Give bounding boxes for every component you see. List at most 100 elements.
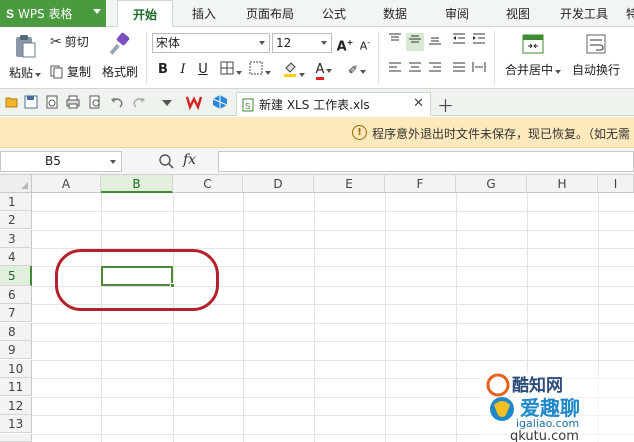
- column-header-d[interactable]: D: [243, 175, 314, 193]
- tab-review[interactable]: 审阅: [445, 0, 469, 27]
- font-color-button[interactable]: A: [311, 61, 337, 80]
- name-box[interactable]: B5: [0, 151, 122, 172]
- row-header[interactable]: 10: [0, 360, 32, 378]
- outdent-icon: [453, 33, 465, 44]
- row-header[interactable]: 3: [0, 230, 32, 248]
- align-right-button[interactable]: [426, 61, 444, 79]
- tab-data[interactable]: 数据: [383, 0, 407, 27]
- folder-open-icon[interactable]: [5, 95, 19, 109]
- row-header[interactable]: 6: [0, 286, 32, 304]
- row-header[interactable]: 9: [0, 341, 32, 359]
- name-box-value: B5: [45, 154, 61, 168]
- document-tab[interactable]: S 新建 XLS 工作表.xls ✕: [236, 92, 431, 116]
- print-preview-icon[interactable]: [88, 95, 102, 109]
- align-center-icon: [409, 62, 421, 72]
- cut-button[interactable]: ✂ 剪切: [50, 33, 89, 50]
- row-header[interactable]: 13: [0, 415, 32, 433]
- column-header-i[interactable]: I: [598, 175, 634, 193]
- select-all-corner[interactable]: [0, 175, 32, 193]
- grid-line: [32, 360, 634, 361]
- redo-icon[interactable]: [132, 95, 146, 109]
- column-header-g[interactable]: G: [456, 175, 527, 193]
- wps-office-logo-icon[interactable]: [186, 94, 202, 110]
- row-header[interactable]: 4: [0, 248, 32, 266]
- decrease-indent-button[interactable]: [450, 33, 468, 51]
- row-header[interactable]: 8: [0, 323, 32, 341]
- close-icon[interactable]: ✕: [413, 96, 424, 111]
- align-top-icon: [389, 33, 401, 41]
- recovery-notice-bar: ! 程序意外退出时文件未保存，现已恢复。（如无需: [0, 117, 634, 148]
- justify-button[interactable]: [450, 61, 468, 79]
- column-header-f[interactable]: F: [385, 175, 456, 193]
- spreadsheet-grid[interactable]: A B C D E F G H I 1 2 3 4 5 6 7 8 9 10 1…: [0, 175, 634, 442]
- app-menu-button[interactable]: S WPS 表格: [0, 0, 106, 27]
- align-top-button[interactable]: [386, 33, 404, 51]
- tab-developer[interactable]: 开发工具: [560, 0, 608, 27]
- borders-button[interactable]: [218, 61, 244, 79]
- cell-fill-pattern-button[interactable]: [247, 61, 273, 79]
- column-header-a[interactable]: A: [32, 175, 101, 193]
- align-bottom-button[interactable]: [426, 33, 444, 51]
- fill-color-button[interactable]: [281, 61, 307, 79]
- distributed-align-button[interactable]: [470, 61, 488, 79]
- column-header-e[interactable]: E: [314, 175, 385, 193]
- svg-text:S: S: [245, 102, 250, 111]
- paste-label: 粘贴: [8, 66, 33, 80]
- merge-center-label: 合并居中: [504, 63, 553, 77]
- tab-formulas[interactable]: 公式: [322, 0, 346, 27]
- paste-button[interactable]: 粘贴: [6, 33, 44, 81]
- copy-label: 复制: [67, 65, 92, 79]
- increase-indent-button[interactable]: [470, 33, 488, 51]
- tab-view[interactable]: 视图: [506, 0, 530, 27]
- font-name-select[interactable]: 宋体: [152, 33, 270, 53]
- column-header-c[interactable]: C: [173, 175, 243, 193]
- align-left-button[interactable]: [386, 61, 404, 79]
- scissors-icon: ✂: [50, 33, 62, 50]
- wrap-text-button[interactable]: 自动换行: [568, 32, 624, 78]
- align-middle-button[interactable]: [406, 33, 424, 51]
- column-header-b[interactable]: B: [101, 175, 173, 193]
- new-tab-button[interactable]: ＋: [437, 92, 454, 117]
- row-header[interactable]: 2: [0, 211, 32, 229]
- merge-center-button[interactable]: 合并居中: [502, 32, 564, 78]
- row-header-selected[interactable]: 5: [0, 266, 32, 286]
- row-header[interactable]: [0, 434, 32, 442]
- column-header-h[interactable]: H: [527, 175, 598, 193]
- tab-insert[interactable]: 插入: [192, 0, 216, 27]
- font-grow-button[interactable]: A+: [336, 34, 354, 54]
- grid-pattern-icon: [249, 61, 263, 75]
- tab-page-layout[interactable]: 页面布局: [246, 0, 294, 27]
- font-shrink-button[interactable]: A-: [356, 34, 374, 53]
- insert-function-button[interactable]: fx: [183, 152, 196, 168]
- underline-button[interactable]: U: [194, 61, 212, 79]
- print-icon[interactable]: [66, 95, 80, 109]
- row-header[interactable]: 12: [0, 397, 32, 415]
- tab-home[interactable]: 开始: [117, 0, 173, 28]
- ribbon-divider: [146, 31, 147, 85]
- app-name: WPS 表格: [18, 7, 73, 21]
- chevron-down-icon: [110, 160, 116, 164]
- copy-button[interactable]: 复制: [50, 63, 91, 80]
- format-painter-button[interactable]: 格式刷: [100, 32, 140, 80]
- cloud-docs-icon[interactable]: [212, 94, 228, 110]
- save-icon[interactable]: [24, 95, 38, 109]
- bold-button[interactable]: B: [154, 61, 172, 79]
- chevron-down-icon: [299, 73, 305, 77]
- customize-toolbar-icon[interactable]: [162, 100, 172, 106]
- row-header[interactable]: 7: [0, 304, 32, 322]
- row-header[interactable]: 11: [0, 378, 32, 396]
- italic-button[interactable]: I: [174, 61, 192, 79]
- align-center-button[interactable]: [406, 61, 424, 79]
- undo-icon[interactable]: [110, 95, 124, 109]
- format-painter-label: 格式刷: [101, 65, 138, 79]
- menu-bar: S WPS 表格 开始 插入 页面布局 公式 数据 审阅 视图 开发工具 特: [0, 0, 634, 28]
- row-header[interactable]: 1: [0, 193, 32, 211]
- wrap-text-label: 自动换行: [571, 63, 620, 77]
- font-size-select[interactable]: 12: [272, 33, 332, 53]
- tab-special[interactable]: 特: [626, 0, 634, 27]
- export-pdf-icon[interactable]: [45, 95, 59, 109]
- zoom-search-icon[interactable]: [158, 153, 174, 169]
- chevron-down-icon: [35, 73, 41, 77]
- formula-input[interactable]: [218, 151, 634, 172]
- clear-format-button[interactable]: ✐: [344, 61, 370, 79]
